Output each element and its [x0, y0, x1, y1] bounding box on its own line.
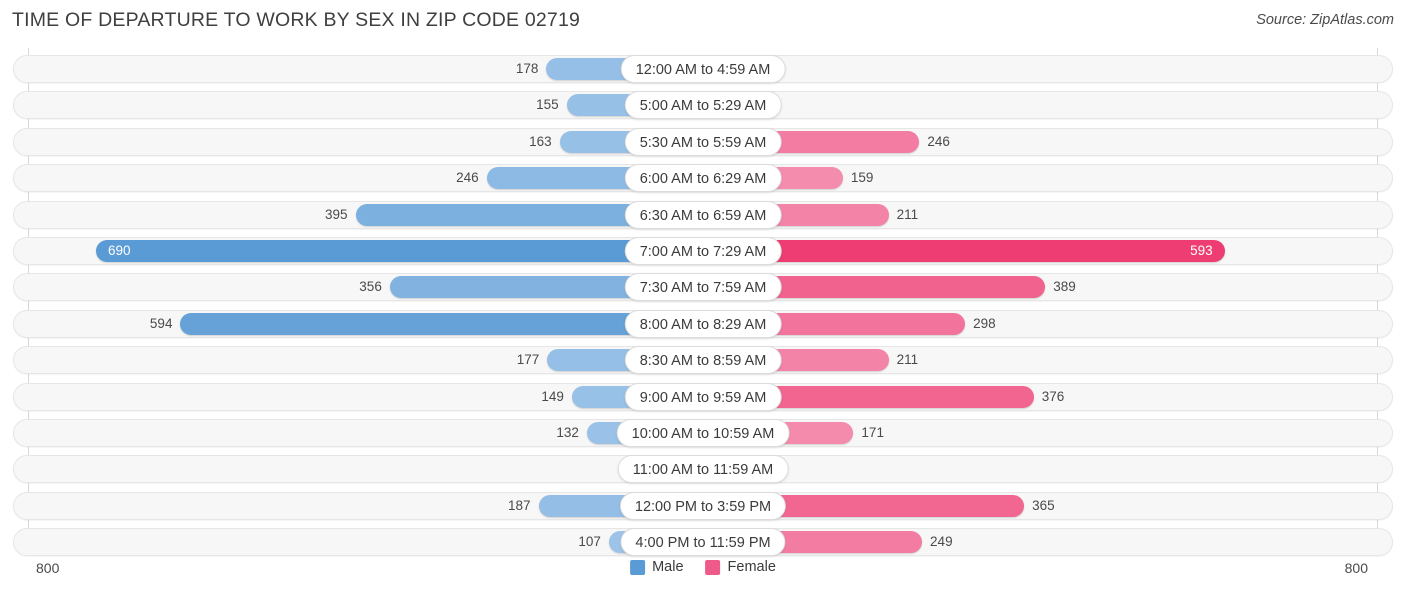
table-row[interactable]: 690 593 7:00 AM to 7:29 AM — [13, 237, 1393, 265]
legend-swatch-icon — [705, 559, 721, 575]
table-row[interactable]: 187 365 12:00 PM to 3:59 PM — [13, 491, 1393, 520]
value-label-male: 356 — [359, 279, 382, 295]
table-row[interactable]: 155595:00 AM to 5:29 AM — [13, 91, 1393, 120]
value-label-male: 107 — [578, 534, 601, 550]
value-label-female: 211 — [896, 206, 919, 222]
legend-item-male[interactable]: Male — [630, 559, 684, 575]
page-title: TIME OF DEPARTURE TO WORK BY SEX IN ZIP … — [12, 9, 581, 31]
category-label: 8:30 AM to 8:59 AM — [624, 346, 782, 375]
value-label-male: 594 — [149, 315, 173, 331]
legend-swatch-icon — [630, 559, 646, 575]
category-label: 12:00 AM to 4:59 AM — [620, 55, 786, 83]
table-row[interactable]: 465111:00 AM to 11:59 AM — [13, 455, 1393, 484]
axis-tick-right: 800 — [1344, 560, 1368, 576]
value-label-male: 395 — [324, 206, 348, 222]
value-label-female: 159 — [850, 170, 874, 186]
chart-legend: Male Female — [630, 559, 776, 575]
legend-label: Male — [652, 559, 684, 575]
chart-footer: 800 800 Male Female — [0, 556, 1406, 590]
value-label-male: 177 — [516, 352, 540, 368]
value-label-male: 132 — [556, 425, 579, 440]
value-label-female: 246 — [927, 133, 950, 149]
table-row[interactable]: 107 249 4:00 PM to 11:59 PM — [13, 528, 1393, 557]
category-label: 5:30 AM to 5:59 AM — [624, 127, 782, 156]
category-label: 10:00 AM to 10:59 AM — [616, 419, 790, 447]
category-label: 5:00 AM to 5:29 AM — [624, 91, 782, 120]
value-label-female: 593 — [1190, 243, 1213, 258]
value-label-female: 389 — [1053, 279, 1076, 295]
table-row[interactable]: 356 389 7:30 AM to 7:59 AM — [13, 273, 1393, 302]
chart-header: TIME OF DEPARTURE TO WORK BY SEX IN ZIP … — [0, 0, 1406, 42]
value-label-female: 298 — [973, 315, 996, 331]
bar-male[interactable]: 690 — [96, 240, 703, 262]
table-row[interactable]: 395 211 6:30 AM to 6:59 AM — [13, 200, 1393, 229]
value-label-male: 690 — [108, 243, 131, 258]
source-attribution: Source: ZipAtlas.com — [1256, 12, 1394, 28]
category-label: 4:00 PM to 11:59 PM — [620, 528, 786, 557]
category-label: 6:30 AM to 6:59 AM — [624, 200, 782, 229]
value-label-male: 246 — [456, 170, 479, 186]
legend-label: Female — [727, 559, 776, 575]
value-label-male: 187 — [507, 497, 531, 513]
value-label-male: 163 — [529, 133, 552, 149]
category-label: 6:00 AM to 6:29 AM — [624, 164, 782, 193]
value-label-female: 211 — [896, 352, 919, 368]
table-row[interactable]: 177 211 8:30 AM to 8:59 AM — [13, 346, 1393, 375]
value-label-male: 155 — [536, 97, 559, 113]
category-label: 11:00 AM to 11:59 AM — [617, 455, 789, 484]
category-label: 9:00 AM to 9:59 AM — [624, 382, 782, 411]
table-row[interactable]: 246 159 6:00 AM to 6:29 AM — [13, 164, 1393, 193]
table-row[interactable]: 163 246 5:30 AM to 5:59 AM — [13, 127, 1393, 156]
chart-plot-area: 1783612:00 AM to 4:59 AM 155595:00 AM to … — [0, 48, 1406, 557]
table-row[interactable]: 149 376 9:00 AM to 9:59 AM — [13, 382, 1393, 411]
category-label: 7:00 AM to 7:29 AM — [624, 237, 782, 265]
category-label: 12:00 PM to 3:59 PM — [619, 491, 787, 520]
axis-tick-left: 800 — [36, 560, 60, 576]
table-row[interactable]: 1783612:00 AM to 4:59 AM — [13, 55, 1393, 83]
value-label-male: 149 — [541, 388, 564, 404]
value-label-female: 249 — [930, 534, 953, 550]
category-label: 7:30 AM to 7:59 AM — [624, 273, 782, 302]
value-label-female: 365 — [1032, 497, 1055, 513]
value-label-male: 178 — [515, 61, 539, 76]
table-row[interactable]: 594 298 8:00 AM to 8:29 AM — [13, 309, 1393, 338]
value-label-female: 171 — [861, 425, 884, 440]
value-label-female: 376 — [1041, 388, 1065, 404]
category-label: 8:00 AM to 8:29 AM — [624, 309, 782, 338]
table-row[interactable]: 132 171 10:00 AM to 10:59 AM — [13, 419, 1393, 447]
legend-item-female[interactable]: Female — [705, 559, 776, 575]
